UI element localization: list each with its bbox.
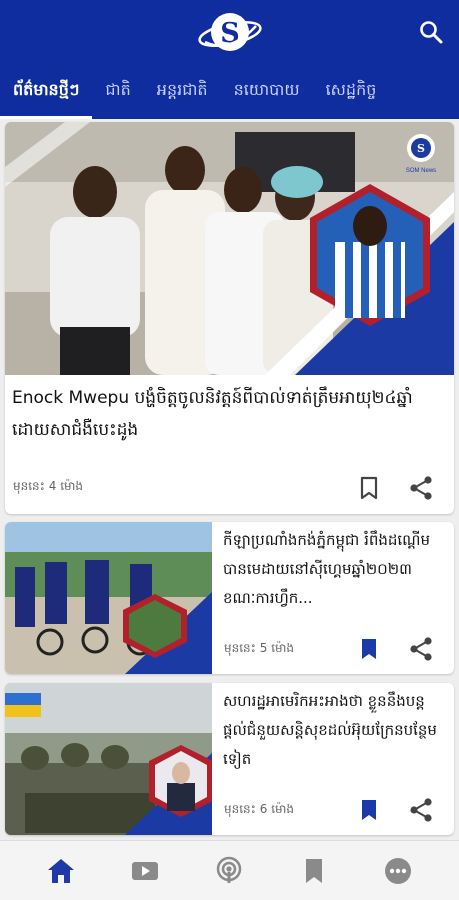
more-icon[interactable] — [382, 855, 414, 887]
tab-economy[interactable]: សេដ្ឋកិច្ច — [313, 70, 390, 119]
article-timestamp: មុននេះ 4 ម៉ោង — [13, 479, 84, 493]
category-tabs: ព័ត៌មានថ្មីៗ ជាតិ អន្តរជាតិ នយោបាយ សេដ្ឋ… — [0, 70, 459, 119]
featured-article-image: S SOM News — [5, 122, 454, 375]
article-thumbnail — [5, 522, 212, 674]
article-card[interactable]: កីឡាប្រណាំងកង់ភ្នំកម្ពុជា រំពឹងដណ្ដើមបាន… — [5, 522, 454, 674]
article-timestamp: មុននេះ 5 ម៉ោង — [224, 641, 295, 655]
app-header: S ព័ត៌មានថ្មីៗ ជាតិ អន្តរជាតិ នយោបាយ សេដ… — [0, 0, 459, 119]
article-title[interactable]: សហរដ្ឋអាមេរិកអះអាងថា ខ្លួននឹងបន្តផ្តល់ជំ… — [223, 687, 445, 775]
bookmark-filled-icon[interactable] — [356, 797, 382, 823]
podcast-icon[interactable] — [213, 855, 245, 887]
share-icon[interactable] — [408, 475, 434, 501]
svg-text:SOM News: SOM News — [406, 168, 436, 174]
featured-article-title[interactable]: Enock Mwepu បង្ហំចិត្តចូលនិវត្តន៍ពីបាល់ទ… — [12, 382, 442, 446]
search-icon[interactable] — [417, 18, 445, 46]
article-card[interactable]: សហរដ្ឋអាមេរិកអះអាងថា ខ្លួននឹងបន្តផ្តល់ជំ… — [5, 683, 454, 835]
bottom-navigation — [0, 840, 459, 900]
share-icon[interactable] — [408, 797, 434, 823]
svg-text:S: S — [417, 142, 425, 155]
tab-politics[interactable]: នយោបាយ — [221, 70, 313, 119]
article-title[interactable]: កីឡាប្រណាំងកង់ភ្នំកម្ពុជា រំពឹងដណ្ដើមបាន… — [223, 526, 445, 614]
bookmark-filled-icon[interactable] — [356, 636, 382, 662]
bookmark-outline-icon[interactable] — [356, 475, 382, 501]
home-icon[interactable] — [45, 855, 77, 887]
article-thumbnail — [5, 683, 212, 835]
featured-article-card[interactable]: S SOM News Enock Mwepu បង្ហំចិត្តចូលនិវត… — [5, 122, 454, 514]
video-icon[interactable] — [129, 855, 161, 887]
tab-international[interactable]: អន្តរជាតិ — [144, 70, 221, 119]
som-news-logo[interactable]: S — [196, 6, 264, 58]
bookmark-icon[interactable] — [298, 855, 330, 887]
article-timestamp: មុននេះ 6 ម៉ោង — [224, 802, 295, 816]
tab-national[interactable]: ជាតិ — [92, 70, 143, 119]
tab-latest-news[interactable]: ព័ត៌មានថ្មីៗ — [0, 70, 93, 119]
share-icon[interactable] — [408, 636, 434, 662]
